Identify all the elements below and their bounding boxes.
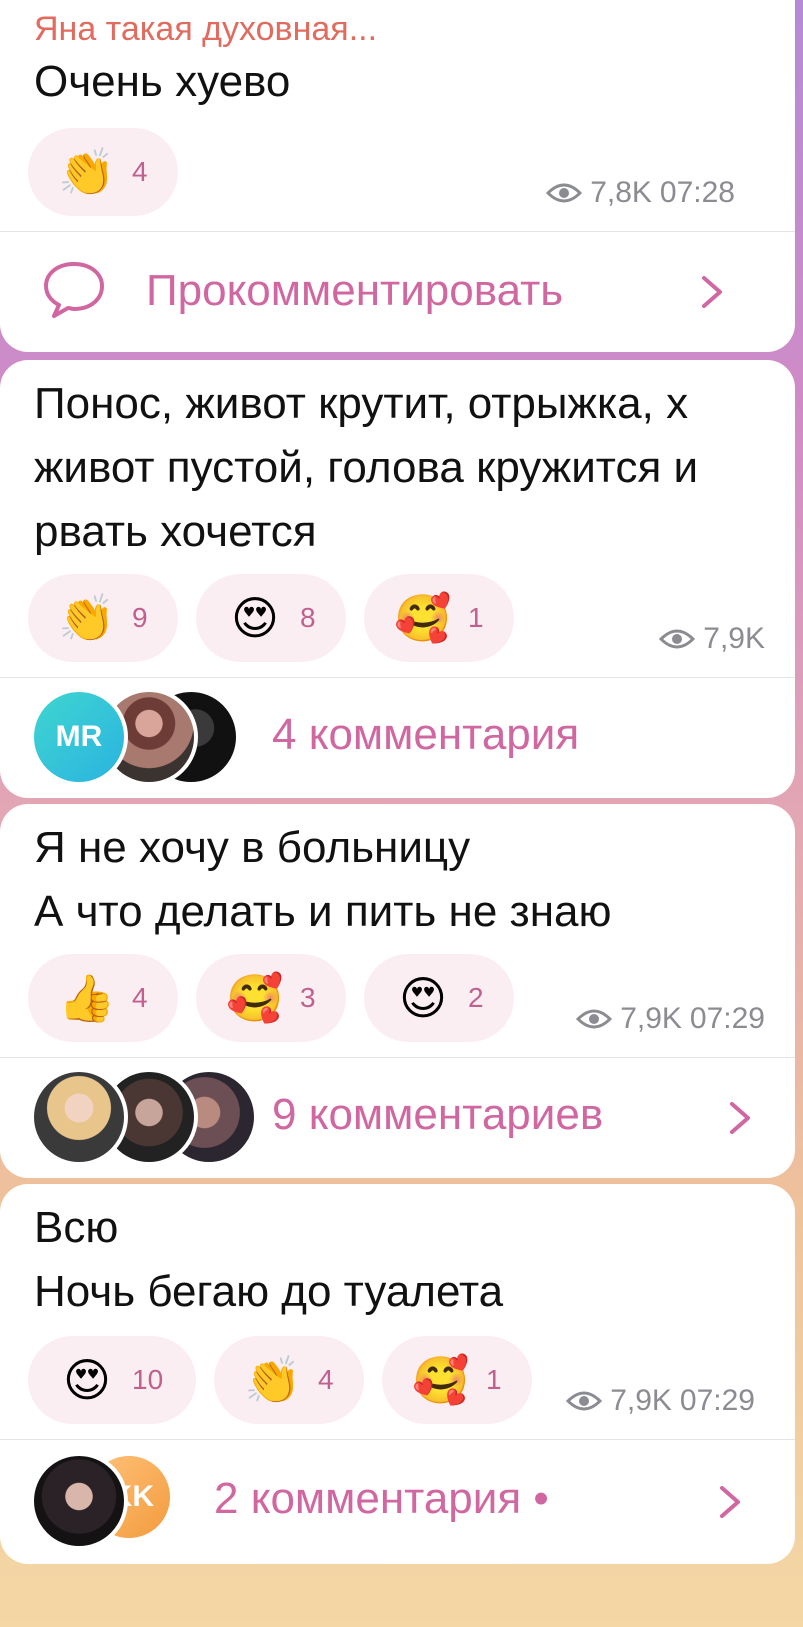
reaction-heart-eyes[interactable]: 😍 2 [364,954,514,1042]
smiling-hearts-emoji-icon: 🥰 [226,971,284,1025]
view-count: 7,9K [610,1384,672,1417]
message-text-line: Понос, живот крутит, отрыжка, х [34,379,689,428]
reaction-heart-eyes[interactable]: 😍 8 [196,574,346,662]
comments-button[interactable]: 9 комментариев [0,1058,795,1178]
reaction-count: 4 [132,156,148,187]
message-card: Я не хочу в больницу А что делать и пить… [0,804,795,1178]
reaction-smiling-hearts[interactable]: 🥰 3 [196,954,346,1042]
views-eye-icon [566,1391,603,1411]
message-text-line: рвать хочется [34,507,317,556]
reaction-count: 4 [132,982,148,1013]
message-card: Яна такая духовная... Очень хуево 👏 4 7,… [0,0,795,352]
reaction-count: 9 [132,602,148,633]
smiling-hearts-emoji-icon: 🥰 [412,1353,470,1407]
clap-emoji-icon: 👏 [244,1353,302,1407]
reaction-count: 10 [132,1364,164,1395]
reaction-count: 1 [486,1364,502,1395]
reaction-count: 4 [318,1364,334,1395]
smiling-hearts-emoji-icon: 🥰 [394,591,452,645]
heart-eyes-emoji-icon: 😍 [399,971,447,1025]
clap-emoji-icon: 👏 [58,591,116,645]
chevron-right-icon [730,1102,750,1134]
reaction-count: 2 [468,982,484,1013]
heart-eyes-emoji-icon: 😍 [63,1353,111,1407]
message-text-line: Всю [34,1203,119,1252]
message-text-line: живот пустой, голова кружится и [34,443,699,492]
message-text-line: Я не хочу в больницу [34,823,471,872]
views-eye-icon [659,629,696,649]
comment-button[interactable]: Прокомментировать [0,232,795,352]
comments-count-label: 2 комментария • [214,1474,549,1523]
commenter-avatar [30,1452,128,1550]
reaction-count: 1 [468,602,484,633]
reaction-smiling-hearts[interactable]: 🥰 1 [382,1336,532,1424]
message-time: 07:29 [689,1002,765,1035]
message-time: 07:28 [659,176,735,209]
reaction-thumbs-up[interactable]: 👍 4 [28,954,178,1042]
reaction-heart-eyes[interactable]: 😍 10 [28,1336,196,1424]
message-meta: 7,8K 07:28 [546,176,735,210]
comments-button[interactable]: MR 4 комментария [0,678,795,798]
views-eye-icon [546,183,583,203]
message-meta: 7,9K 07:29 [566,1384,755,1418]
message-text-line: Ночь бегаю до туалета [34,1267,504,1316]
chevron-right-icon [702,276,722,308]
reaction-clap[interactable]: 👏 4 [214,1336,364,1424]
message-meta: 7,9K 07:29 [576,1002,765,1036]
comments-button[interactable]: KK 2 комментария • [0,1440,795,1564]
message-card: Всю Ночь бегаю до туалета 😍 10 👏 4 🥰 1 7… [0,1184,795,1564]
comments-count-label: 4 комментария [272,710,580,759]
message-time: 07:29 [679,1384,755,1417]
chevron-right-icon [720,1486,740,1518]
views-eye-icon [576,1009,613,1029]
message-text: Очень хуево [34,57,291,106]
message-card: Понос, живот крутит, отрыжка, х живот пу… [0,360,795,798]
view-count: 7,9K [703,622,765,655]
commenter-avatar: MR [30,688,128,786]
commenter-avatar [30,1068,128,1166]
comments-count-label: 9 комментариев [272,1090,604,1139]
heart-eyes-emoji-icon: 😍 [231,591,279,645]
message-text-line: А что делать и пить не знаю [34,887,612,936]
clap-emoji-icon: 👏 [58,145,116,199]
sender-name[interactable]: Яна такая духовная... [34,10,377,49]
comment-bubble-icon [44,262,104,318]
reaction-clap[interactable]: 👏 4 [28,128,178,216]
reaction-count: 8 [300,602,316,633]
reaction-count: 3 [300,982,316,1013]
reaction-smiling-hearts[interactable]: 🥰 1 [364,574,514,662]
message-meta: 7,9K [659,622,765,656]
view-count: 7,9K [620,1002,682,1035]
reaction-clap[interactable]: 👏 9 [28,574,178,662]
view-count: 7,8K [590,176,652,209]
thumbs-up-emoji-icon: 👍 [58,971,116,1025]
comment-label: Прокомментировать [146,266,564,315]
